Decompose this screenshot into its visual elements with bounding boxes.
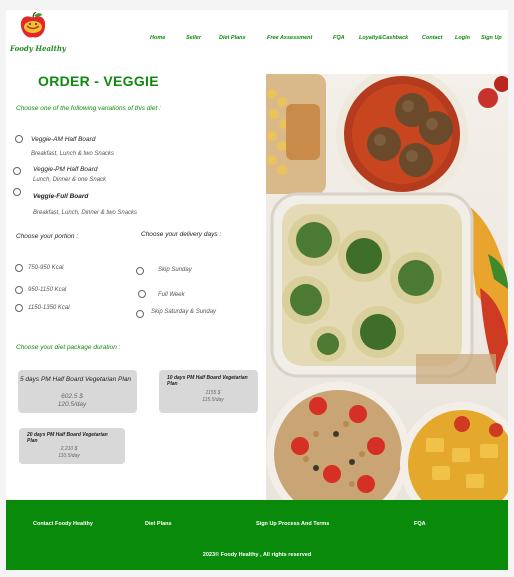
page-title: ORDER - VEGGIE <box>38 73 159 89</box>
package-per-day: 120.5/day <box>57 401 87 408</box>
footer-link-diet-plans[interactable]: Diet Plans <box>145 521 172 527</box>
package-card-10-days[interactable]: 10 days PM Half Board Vegetarian Plan 11… <box>159 370 258 413</box>
delivery-radio-skip-weekend[interactable] <box>136 310 144 318</box>
delivery-radio-full-week[interactable] <box>138 290 146 298</box>
nav-free-assessment[interactable]: Free Assessment <box>267 35 312 41</box>
package-price: 2,210 $ <box>60 446 78 452</box>
variation-radio-full[interactable] <box>13 188 21 196</box>
brand-logo[interactable]: Foody Healthy <box>8 12 66 54</box>
footer-link-fqa[interactable]: FQA <box>414 521 426 527</box>
variation-title-am: Veggie-AM Half Board <box>31 136 96 143</box>
portion-label-750: 750-950 Kcal <box>28 265 64 271</box>
variation-radio-pm[interactable] <box>13 167 21 175</box>
package-per-day: 115.5/day <box>202 397 224 403</box>
delivery-label-skip-sunday: Skip Sunday <box>158 267 192 273</box>
variation-prompt: Choose one of the following variations o… <box>16 105 161 112</box>
variation-subtitle-am: Breakfast, Lunch & two Snacks <box>31 151 115 157</box>
variation-subtitle-full: Breakfast, Lunch, Dinner & two Snacks <box>33 210 138 216</box>
veggie-food-photo <box>266 74 508 500</box>
page: Foody Healthy Home Seller Diet Plans Fre… <box>6 10 508 570</box>
site-footer: Contact Foody Healthy Diet Plans Sign Up… <box>6 500 508 570</box>
package-card-5-days[interactable]: 5 days PM Half Board Vegetarian Plan 602… <box>18 370 137 413</box>
nav-contact[interactable]: Contact <box>422 35 442 41</box>
footer-link-signup-terms[interactable]: Sign Up Process And Terms <box>256 521 329 527</box>
nav-login[interactable]: Login <box>455 35 470 41</box>
package-per-day: 110.5/day <box>58 453 80 459</box>
package-name: 10 days PM Half Board Vegetarian Plan <box>167 375 248 387</box>
package-name: 20 days PM Half Board Vegetarian Plan <box>27 432 108 444</box>
portion-label: Choose your portion : <box>16 233 79 240</box>
delivery-label-skip-weekend: Skip Saturday & Sunday <box>151 309 217 315</box>
portion-radio-750[interactable] <box>15 264 23 272</box>
portion-label-1150: 1150-1350 Kcal <box>28 305 70 311</box>
nav-fqa[interactable]: FQA <box>333 35 345 41</box>
package-price: 1155 $ <box>205 390 221 396</box>
delivery-radio-skip-sunday[interactable] <box>136 267 144 275</box>
footer-copyright: 2023© Foody Healthy , All rights reserve… <box>202 552 312 558</box>
delivery-label-full-week: Full Week <box>158 292 185 298</box>
nav-diet-plans[interactable]: Diet Plans <box>219 35 246 41</box>
package-price: 602.5 $ <box>61 393 83 400</box>
portion-label-950: 950-1150 Kcal <box>28 287 67 293</box>
portion-radio-950[interactable] <box>15 286 23 294</box>
duration-label: Choose your diet package duration : <box>16 344 121 351</box>
variation-title-pm: Veggie-PM Half Board <box>33 166 98 173</box>
variation-subtitle-pm: Lunch, Dinner & one Snack <box>33 177 107 183</box>
portion-radio-1150[interactable] <box>15 304 23 312</box>
package-card-20-days[interactable]: 20 days PM Half Board Vegetarian Plan 2,… <box>19 428 125 464</box>
brand-name: Foody Healthy <box>10 44 66 53</box>
nav-seller[interactable]: Seller <box>186 35 201 41</box>
nav-sign-up[interactable]: Sign Up <box>481 35 502 41</box>
variation-title-full: Veggie-Full Board <box>33 193 89 200</box>
nav-loyalty-cashback[interactable]: Loyalty&Cashback <box>359 35 408 41</box>
nav-home[interactable]: Home <box>150 35 165 41</box>
logo-apple-icon <box>20 12 46 38</box>
package-name: 5 days PM Half Board Vegetarian Plan <box>20 376 132 383</box>
delivery-label: Choose your delivery days : <box>141 231 222 238</box>
footer-link-contact[interactable]: Contact Foody Healthy <box>33 521 93 527</box>
variation-radio-am[interactable] <box>15 135 23 143</box>
